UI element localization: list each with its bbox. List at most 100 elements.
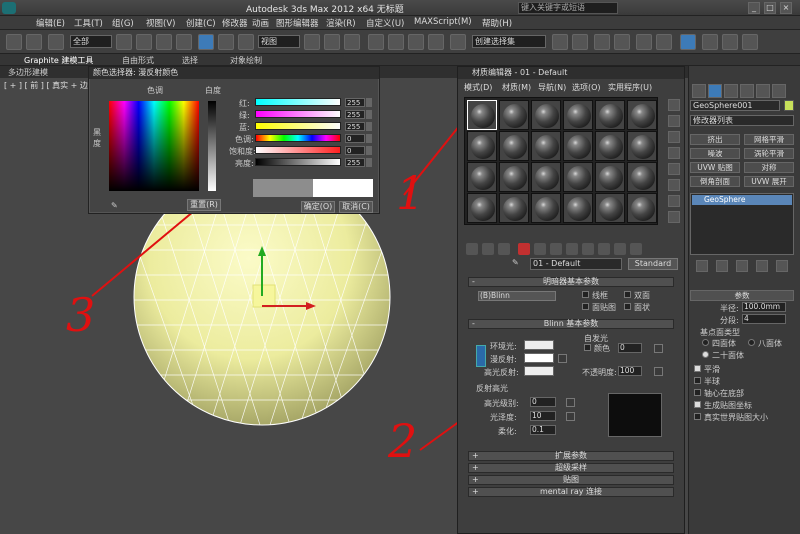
sample-uv-tiling-icon[interactable] xyxy=(668,147,680,159)
red-value[interactable]: 255 xyxy=(345,98,365,107)
material-slot[interactable] xyxy=(499,162,529,192)
go-to-parent-icon[interactable] xyxy=(614,243,626,255)
self-illum-value[interactable]: 0 xyxy=(618,343,642,353)
real-world-map-checkbox[interactable] xyxy=(694,413,701,420)
select-by-material-icon[interactable] xyxy=(668,211,680,223)
material-slot[interactable] xyxy=(499,131,529,161)
material-slot[interactable] xyxy=(563,100,593,130)
material-slot[interactable] xyxy=(467,131,497,161)
material-slot[interactable] xyxy=(595,162,625,192)
octa-radio[interactable] xyxy=(748,339,755,346)
display-tab-icon[interactable] xyxy=(756,84,770,98)
tetra-radio[interactable] xyxy=(702,339,709,346)
cancel-button[interactable]: 取消(C) xyxy=(339,201,373,213)
maximize-button[interactable]: □ xyxy=(764,2,776,14)
material-slot[interactable] xyxy=(627,131,657,161)
two-sided-checkbox[interactable] xyxy=(624,291,631,298)
mental-ray-rollout[interactable]: + mental ray 连接 xyxy=(468,487,674,497)
face-map-checkbox[interactable] xyxy=(582,303,589,310)
shader-rollout-header[interactable]: - 明暗器基本参数 xyxy=(468,277,674,287)
video-color-check-icon[interactable] xyxy=(668,163,680,175)
supersampling-rollout[interactable]: + 超级采样 xyxy=(468,463,674,473)
background-icon[interactable] xyxy=(668,131,680,143)
ok-button[interactable]: 确定(O) xyxy=(301,201,335,213)
value-slider[interactable] xyxy=(255,158,341,166)
get-material-icon[interactable] xyxy=(466,243,478,255)
noise-button[interactable]: 噪波 xyxy=(690,148,740,159)
opacity-map-button[interactable] xyxy=(654,367,663,376)
base-pivot-checkbox[interactable] xyxy=(694,389,701,396)
opacity-value[interactable]: 100 xyxy=(618,366,642,376)
material-slot[interactable] xyxy=(563,162,593,192)
menu-mode[interactable]: 模式(D) xyxy=(464,82,492,93)
make-preview-icon[interactable] xyxy=(668,179,680,191)
show-end-result-stack-icon[interactable] xyxy=(716,260,728,272)
diffuse-map-button[interactable] xyxy=(558,354,567,363)
smooth-checkbox[interactable] xyxy=(694,365,701,372)
blue-spinner[interactable] xyxy=(366,122,372,131)
meshsmooth-button[interactable]: 网格平滑 xyxy=(744,134,794,145)
soften-value[interactable]: 0.1 xyxy=(530,425,556,435)
material-slot[interactable] xyxy=(595,131,625,161)
material-slot[interactable] xyxy=(627,162,657,192)
icosa-radio[interactable] xyxy=(702,351,709,358)
reset-button[interactable]: 重置(R) xyxy=(187,199,221,211)
material-slot[interactable] xyxy=(531,131,561,161)
whiteness-slider[interactable] xyxy=(208,101,216,191)
hemisphere-checkbox[interactable] xyxy=(694,377,701,384)
stack-item-geosphere[interactable]: GeoSphere xyxy=(692,195,792,205)
material-slot[interactable] xyxy=(531,162,561,192)
material-type-button[interactable]: Standard xyxy=(628,258,678,270)
saturation-spinner[interactable] xyxy=(366,146,372,155)
lock-ambient-diffuse-icon[interactable] xyxy=(476,345,486,367)
hue-picker[interactable] xyxy=(109,101,199,191)
saturation-value[interactable]: 0 xyxy=(345,146,365,155)
remove-modifier-icon[interactable] xyxy=(756,260,768,272)
glossiness-map-button[interactable] xyxy=(566,412,575,421)
specular-level-map-button[interactable] xyxy=(566,398,575,407)
material-slot[interactable] xyxy=(595,193,625,223)
red-spinner[interactable] xyxy=(366,98,372,107)
radius-value[interactable]: 100.0mm xyxy=(742,302,786,312)
material-slot[interactable] xyxy=(499,100,529,130)
turbosmooth-button[interactable]: 涡轮平滑 xyxy=(744,148,794,159)
put-to-library-icon[interactable] xyxy=(550,243,562,255)
hue-slider[interactable] xyxy=(255,134,341,142)
material-slot[interactable] xyxy=(627,100,657,130)
extrude-button[interactable]: 挤出 xyxy=(690,134,740,145)
material-slot[interactable] xyxy=(467,162,497,192)
pick-material-icon[interactable]: ✎ xyxy=(512,258,519,267)
blinn-rollout-header[interactable]: - Blinn 基本参数 xyxy=(468,319,674,329)
material-slot[interactable] xyxy=(531,193,561,223)
make-unique-icon[interactable] xyxy=(534,243,546,255)
gen-mapping-checkbox[interactable] xyxy=(694,401,701,408)
hierarchy-tab-icon[interactable] xyxy=(724,84,738,98)
create-tab-icon[interactable] xyxy=(692,84,706,98)
material-slot[interactable] xyxy=(563,193,593,223)
motion-tab-icon[interactable] xyxy=(740,84,754,98)
specular-level-value[interactable]: 0 xyxy=(530,397,556,407)
green-slider[interactable] xyxy=(255,110,341,118)
reset-map-icon[interactable] xyxy=(518,243,530,255)
saturation-slider[interactable] xyxy=(255,146,341,154)
menu-navigation[interactable]: 导航(N) xyxy=(538,82,566,93)
eyedropper-icon[interactable]: ✎ xyxy=(111,201,118,210)
object-color-swatch[interactable] xyxy=(784,100,794,111)
options-icon[interactable] xyxy=(668,195,680,207)
put-to-scene-icon[interactable] xyxy=(482,243,494,255)
render-teapot-icon[interactable] xyxy=(742,34,758,50)
render-setup-icon[interactable] xyxy=(702,34,718,50)
value-spinner[interactable] xyxy=(366,158,372,167)
material-id-icon[interactable] xyxy=(566,243,578,255)
color-dialog-title[interactable]: 颜色选择器: 漫反射颜色 xyxy=(89,67,379,79)
minimize-button[interactable]: _ xyxy=(748,2,760,14)
blue-slider[interactable] xyxy=(255,122,341,130)
material-slot[interactable] xyxy=(595,100,625,130)
green-value[interactable]: 255 xyxy=(345,110,365,119)
faceted-checkbox[interactable] xyxy=(624,303,631,310)
diffuse-color-swatch[interactable] xyxy=(524,353,554,363)
material-slot[interactable] xyxy=(627,193,657,223)
close-button[interactable]: × xyxy=(780,2,792,14)
menu-options[interactable]: 选项(O) xyxy=(572,82,601,93)
shader-type-dropdown[interactable]: (B)Blinn xyxy=(478,291,556,301)
